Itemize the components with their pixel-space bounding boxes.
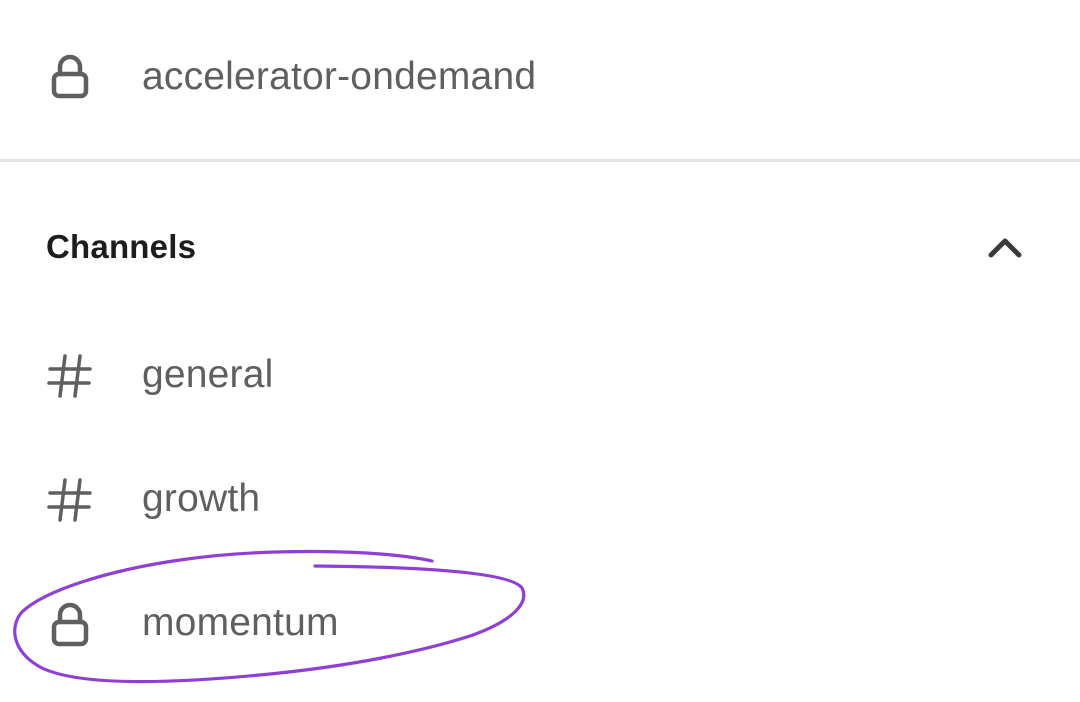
- sidebar-item-momentum[interactable]: momentum: [0, 574, 1080, 674]
- sidebar-item-growth[interactable]: growth: [0, 450, 1080, 550]
- sidebar-item-label: momentum: [142, 601, 339, 644]
- sidebar-item-general[interactable]: general: [0, 326, 1080, 426]
- section-title: Channels: [46, 228, 197, 265]
- sidebar-item-label: accelerator-ondemand: [142, 55, 537, 98]
- lock-icon: [51, 54, 89, 99]
- hash-icon: [47, 354, 92, 398]
- lock-icon: [51, 602, 89, 647]
- channels-section-header[interactable]: Channels: [0, 210, 1080, 290]
- hash-icon: [47, 478, 92, 522]
- sidebar-item-accelerator-ondemand[interactable]: accelerator-ondemand: [0, 28, 1080, 128]
- chevron-up-icon[interactable]: [980, 226, 1030, 270]
- sidebar-item-label: growth: [142, 477, 261, 520]
- section-divider: [0, 159, 1080, 162]
- sidebar-item-label: general: [142, 353, 274, 396]
